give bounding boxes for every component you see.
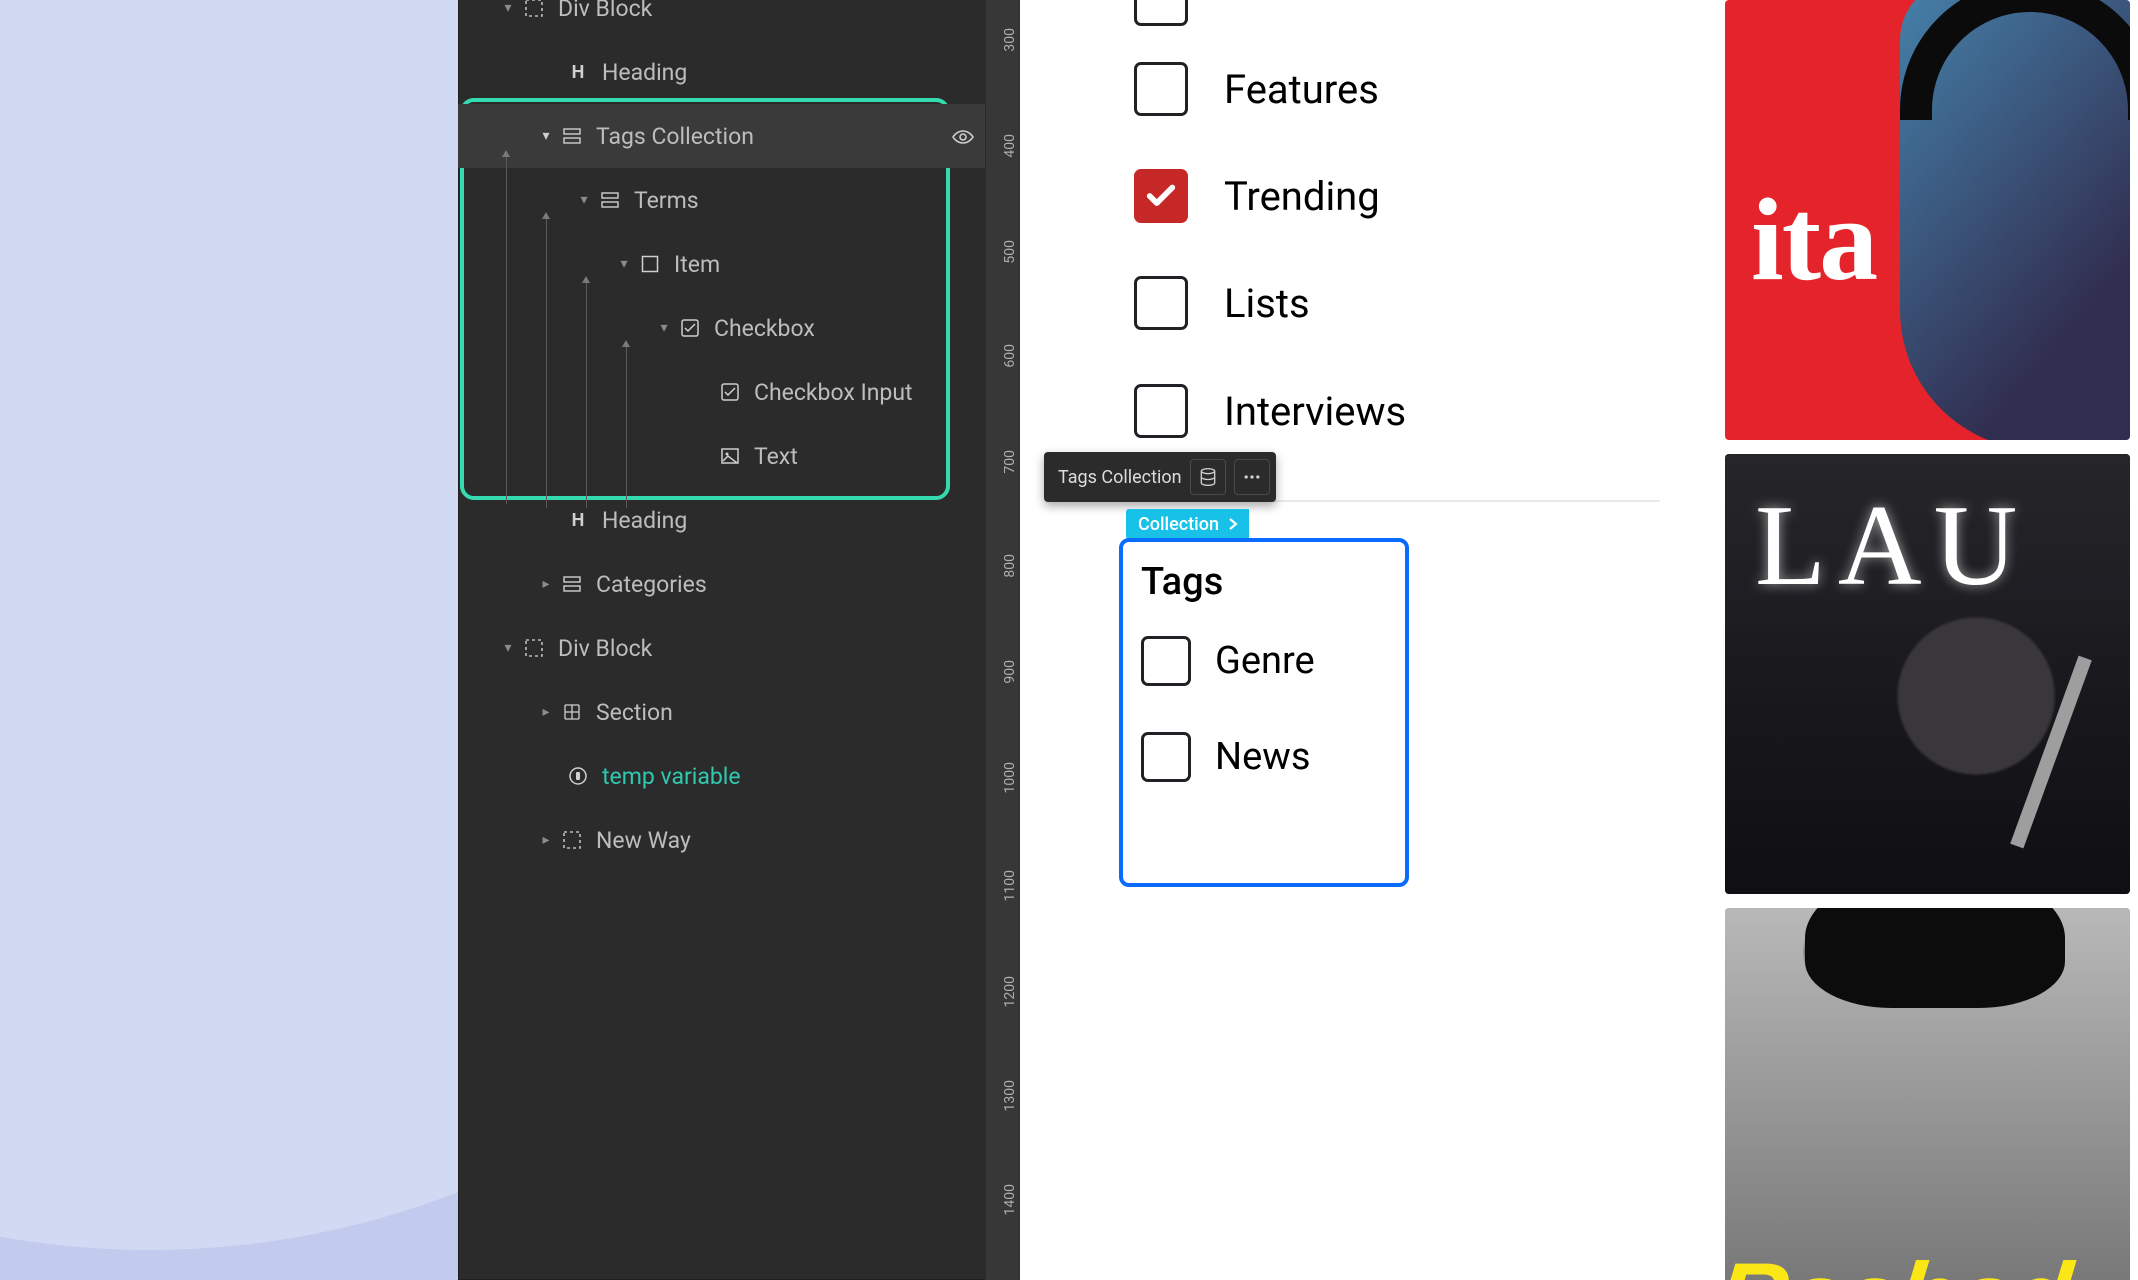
tree-label: New Way xyxy=(596,827,691,854)
filter-label: Trending xyxy=(1224,173,1380,220)
tree-item-checkbox-input[interactable]: Checkbox Input xyxy=(458,360,985,424)
thumb-title: Raahad xyxy=(1725,1241,2077,1280)
checkbox-lists[interactable] xyxy=(1134,276,1188,330)
collection-pill[interactable]: Collection xyxy=(1126,509,1249,539)
thumbnail-card[interactable]: ita xyxy=(1725,0,2130,440)
image-icon xyxy=(718,444,742,468)
filter-label: Genre xyxy=(1215,639,1315,683)
tree-label: Tags Collection xyxy=(596,123,754,150)
tree-label: Div Block xyxy=(558,0,652,22)
collection-icon xyxy=(598,188,622,212)
tree-label: Div Block xyxy=(558,635,652,662)
selected-collection-box[interactable]: Tags Genre News xyxy=(1119,538,1409,887)
tree-item-heading[interactable]: H Heading xyxy=(458,40,985,104)
selected-collection-title: Tags xyxy=(1141,560,1387,604)
ruler-tick: 1200 xyxy=(1002,976,1018,1007)
checkbox-interviews[interactable] xyxy=(1134,384,1188,438)
checkbox-icon xyxy=(678,316,702,340)
canvas: Features Trending Lists Interviews Tags … xyxy=(1020,0,2138,1280)
tree-label: Item xyxy=(674,251,720,278)
chevron-right-icon xyxy=(1223,509,1245,539)
tree-label: Checkbox Input xyxy=(754,379,913,406)
tree-label: Checkbox xyxy=(714,315,815,342)
thumbnail-card[interactable]: Raahad xyxy=(1725,908,2130,1280)
selection-toolbar-label: Tags Collection xyxy=(1058,467,1182,488)
thumb-title: LAU xyxy=(1755,480,2029,613)
box-icon xyxy=(560,828,584,852)
checkbox-input-icon xyxy=(718,380,742,404)
ruler-tick: 900 xyxy=(1002,660,1018,684)
heading-icon: H xyxy=(566,508,590,532)
hat-icon xyxy=(1805,908,2065,1008)
filter-label: News xyxy=(1215,735,1310,779)
tree-item-categories[interactable]: ▸ Categories xyxy=(458,552,985,616)
checkbox-trending[interactable] xyxy=(1134,169,1188,223)
ruler-tick: 800 xyxy=(1002,554,1018,578)
filter-label: Lists xyxy=(1224,280,1310,327)
filter-row-news: News xyxy=(1141,732,1387,782)
tree-label: Heading xyxy=(602,507,687,534)
collection-icon xyxy=(638,252,662,276)
thumbnail-card[interactable]: LAU xyxy=(1725,454,2130,894)
thumb-logo: ita xyxy=(1751,172,1876,308)
more-icon[interactable] xyxy=(1234,459,1270,495)
tree-label: Terms xyxy=(634,187,699,214)
checkbox-news[interactable] xyxy=(1141,732,1191,782)
checkbox[interactable] xyxy=(1134,0,1188,26)
ruler-tick: 500 xyxy=(1002,240,1018,264)
filter-row-features: Features xyxy=(1134,62,1379,116)
tree-item-heading[interactable]: H Heading xyxy=(458,488,985,552)
tree-item-div-block[interactable]: ▾ Div Block xyxy=(458,616,985,680)
filter-label: Interviews xyxy=(1224,388,1406,435)
tree-item-tags-collection[interactable]: ▾ Tags Collection xyxy=(458,104,985,168)
checkbox-genre[interactable] xyxy=(1141,636,1191,686)
checkbox-features[interactable] xyxy=(1134,62,1188,116)
collection-icon xyxy=(560,572,584,596)
filter-row-trending: Trending xyxy=(1134,169,1380,223)
tree-item-new-way[interactable]: ▸ New Way xyxy=(458,808,985,872)
ruler-tick: 1000 xyxy=(1002,762,1018,793)
tree-item-terms[interactable]: ▾ Terms xyxy=(458,168,985,232)
ruler-tick: 700 xyxy=(1002,450,1018,474)
ruler: 300 400 500 600 700 800 900 1000 1100 12… xyxy=(985,0,1020,1280)
selection-toolbar: Tags Collection xyxy=(1044,452,1276,502)
thumbnail-column: ita LAU Raahad xyxy=(1725,0,2138,1280)
ruler-tick: 300 xyxy=(1002,28,1018,52)
filter-row-lists: Lists xyxy=(1134,276,1310,330)
tree-label: Section xyxy=(596,699,673,726)
tree-item-checkbox[interactable]: ▾ Checkbox xyxy=(458,296,985,360)
visibility-eye-icon[interactable] xyxy=(951,125,973,147)
box-icon xyxy=(522,636,546,660)
tree-item-temp-variable[interactable]: temp variable xyxy=(458,744,985,808)
section-icon xyxy=(560,700,584,724)
ruler-tick: 600 xyxy=(1002,344,1018,368)
tree-label: temp variable xyxy=(602,763,741,790)
filter-row-genre: Genre xyxy=(1141,636,1387,686)
ruler-tick: 1100 xyxy=(1002,870,1018,901)
ruler-tick: 1300 xyxy=(1002,1080,1018,1111)
tree-label: Categories xyxy=(596,571,707,598)
tree-label: Text xyxy=(754,443,798,470)
filter-label: Features xyxy=(1224,66,1379,113)
tree-item-item[interactable]: ▾ Item xyxy=(458,232,985,296)
database-icon[interactable] xyxy=(1190,459,1226,495)
ruler-tick: 1400 xyxy=(1002,1184,1018,1215)
tree-label: Heading xyxy=(602,59,687,86)
tree-item-div-block[interactable]: ▾ Div Block xyxy=(458,0,985,40)
tree-item-section[interactable]: ▸ Section xyxy=(458,680,985,744)
heading-icon: H xyxy=(566,60,590,84)
tree-item-text[interactable]: Text xyxy=(458,424,985,488)
box-icon xyxy=(522,0,546,20)
navigator-panel: 300 400 500 600 700 800 900 1000 1100 12… xyxy=(458,0,1020,1280)
collection-icon xyxy=(560,124,584,148)
variable-icon xyxy=(566,764,590,788)
filter-row-interviews: Interviews xyxy=(1134,384,1406,438)
collection-pill-label: Collection xyxy=(1138,514,1219,535)
ruler-tick: 400 xyxy=(1002,134,1018,158)
